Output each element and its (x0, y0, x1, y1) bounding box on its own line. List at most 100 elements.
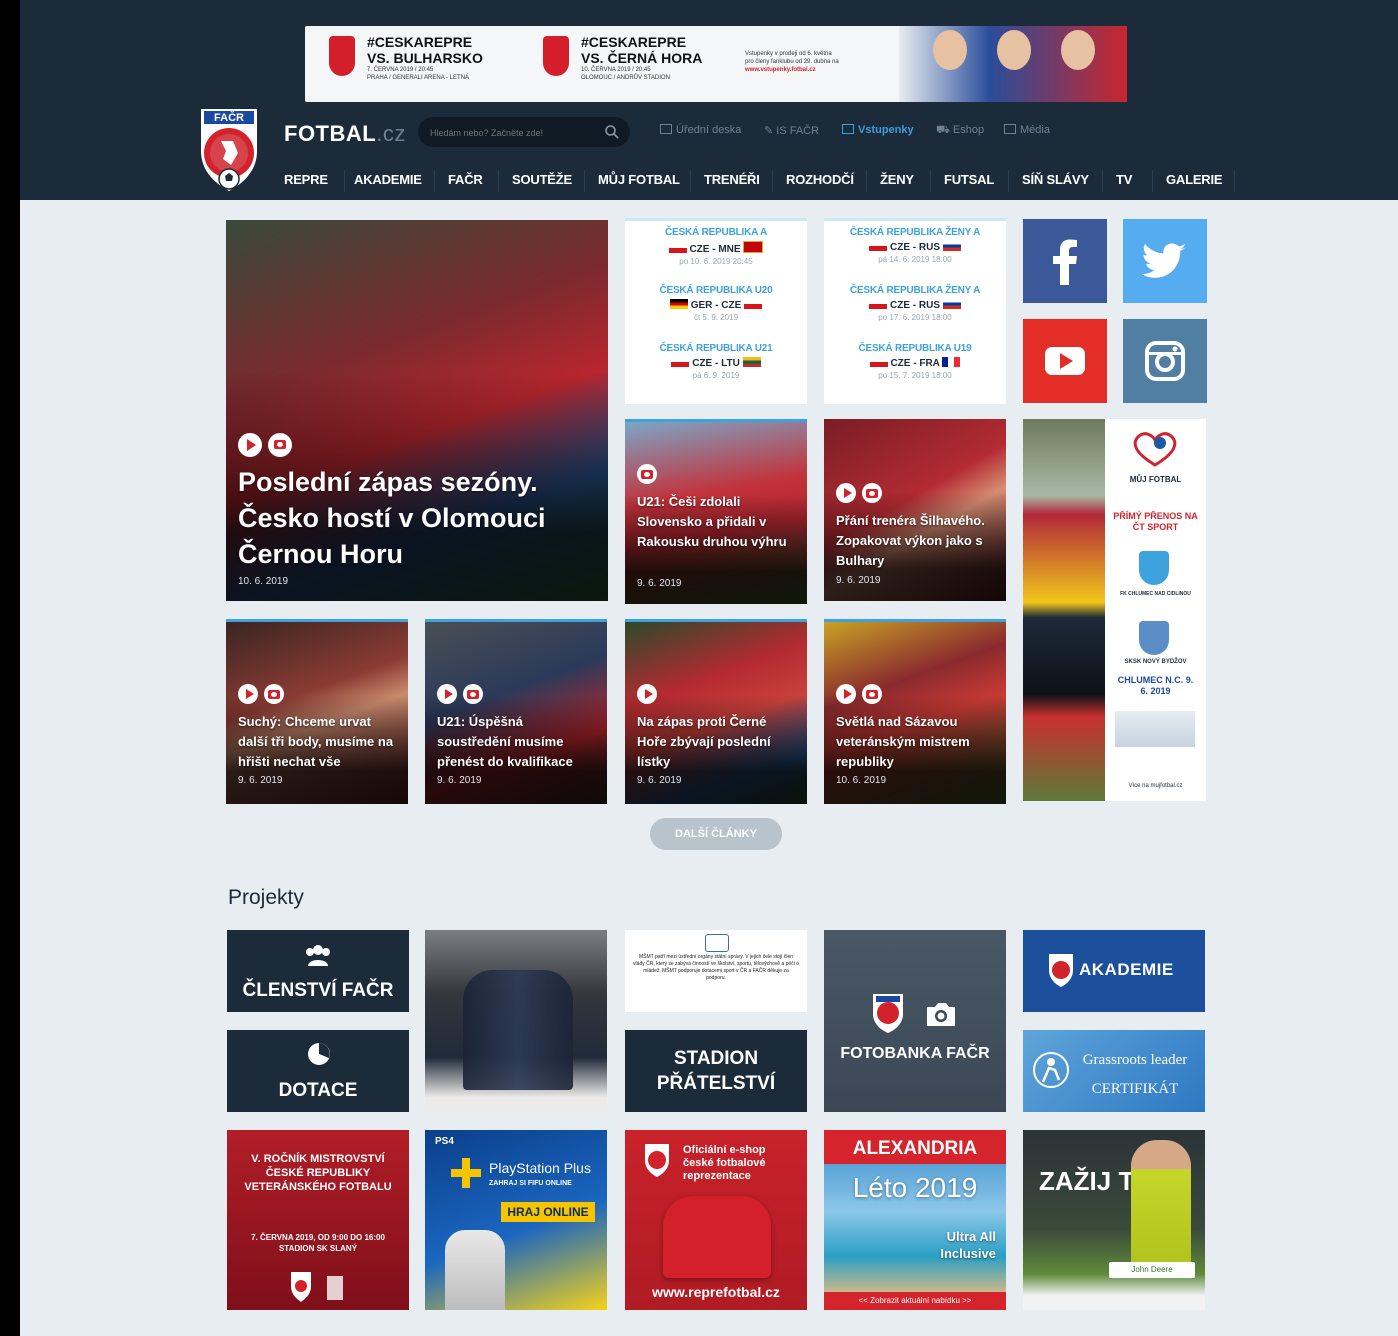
news-title: Světlá nad Sázavou veteránským mistrem r… (836, 714, 970, 769)
camera-icon (862, 483, 882, 503)
fixture-category: ČESKÁ REPUBLIKA U20 (659, 285, 773, 296)
player-face (997, 30, 1031, 70)
project-playstation-ad[interactable]: PS4 PlayStation Plus ZAHRAJ SI FIFU ONLI… (425, 1130, 607, 1310)
util-link-eshop[interactable]: ⛟ Eshop (936, 124, 984, 138)
nav-item-rozhodci[interactable]: ROZHODČÍ (786, 172, 854, 187)
project-membership[interactable]: ČLENSTVÍ FAČR (227, 930, 409, 1012)
czech-lion-icon (543, 36, 569, 76)
media-icons (238, 433, 298, 457)
pencil-icon: ✎ (764, 125, 777, 137)
news-card[interactable]: Na zápas proti Černé Hoře zbývají posled… (625, 619, 807, 804)
project-label: FOTOBANKA FAČR (840, 1045, 990, 1062)
twitter-link[interactable] (1123, 219, 1207, 303)
news-card[interactable]: Přání trenéra Šilhavého. Zopakovat výkon… (824, 419, 1006, 601)
video-icon (637, 684, 657, 704)
playstation-plus-icon (451, 1158, 481, 1188)
project-label: STADION PŘÁTELSTVÍ (656, 1048, 776, 1094)
nav-item-futsal[interactable]: FUTSAL (944, 172, 994, 187)
top-banner-ad[interactable]: #CESKAREPRE VS. BULHARSKO 7. ČERVNA 2019… (305, 26, 1127, 102)
project-label: Grassroots leader CERTIFIKÁT (1082, 1052, 1188, 1097)
svg-text:FAČR: FAČR (214, 111, 244, 124)
news-card[interactable]: U21: Úspěšná soustředění musíme přenést … (425, 619, 607, 804)
news-card[interactable]: Světlá nad Sázavou veteránským mistrem r… (824, 619, 1006, 804)
media-icons (836, 684, 888, 704)
player-face (933, 30, 967, 70)
media-icons (637, 464, 663, 484)
util-label: Média (1020, 124, 1050, 136)
video-icon (437, 684, 457, 704)
video-icon (836, 684, 856, 704)
player-photo (1131, 1140, 1191, 1270)
facebook-link[interactable] (1023, 219, 1107, 303)
project-grassroots[interactable]: Grassroots leader CERTIFIKÁT (1023, 1030, 1205, 1112)
ad-team1: FK CHLUMEC NAD CIDLINOU (1120, 591, 1191, 597)
util-label: Vstupenky (858, 124, 914, 136)
alexandria-title: Léto 2019 (852, 1172, 978, 1203)
project-stadion[interactable]: STADION PŘÁTELSTVÍ (625, 1030, 807, 1112)
camera-icon (463, 684, 483, 704)
nav-item-souteze[interactable]: SOUTĚŽE (512, 172, 572, 187)
facr-crest-icon (1049, 954, 1073, 987)
more-articles-button[interactable]: DALŠÍ ČLÁNKY (650, 818, 782, 850)
nav-item-sin-slavy[interactable]: SÍŇ SLÁVY (1022, 172, 1089, 187)
nav-item-tv[interactable]: TV (1116, 172, 1132, 187)
ad-team2: SKSK NOVÝ BYDŽOV (1124, 659, 1187, 665)
project-strimanie-ad[interactable] (425, 930, 607, 1112)
fixture-category: ČESKÁ REPUBLIKA ŽENY A (849, 285, 981, 296)
camera-icon (268, 433, 292, 457)
ps-brand: PlayStation Plus (489, 1160, 591, 1176)
heart-ball-icon (1125, 429, 1185, 467)
ps-sub: ZAHRAJ SI FIFU ONLINE (489, 1180, 572, 1187)
project-fotobanka[interactable]: FOTOBANKA FAČR (824, 930, 1006, 1112)
news-date: 9. 6. 2019 (437, 775, 482, 786)
project-dotace[interactable]: DOTACE (227, 1030, 409, 1112)
facr-crest-icon (645, 1144, 669, 1177)
nav-item-muj-fotbal[interactable]: MŮJ FOTBAL (598, 172, 680, 187)
project-john-deere-ad[interactable]: ZAŽIJ TO John Deere (1023, 1130, 1205, 1310)
fixture-item: ČESKÁ REPUBLIKA U20 GER - CZE čt 5. 9. 2… (625, 285, 807, 322)
fixture-match: CZE - MNE (625, 241, 807, 255)
banner-opponent: VS. BULHARSKO (367, 50, 483, 66)
youtube-link[interactable] (1023, 319, 1107, 403)
video-icon (836, 483, 856, 503)
page: #CESKAREPRE VS. BULHARSKO 7. ČERVNA 2019… (20, 0, 1398, 1336)
project-akademie[interactable]: AKADEMIE (1023, 930, 1205, 1012)
team-crest-icon (1139, 621, 1169, 655)
news-card[interactable]: U21: Češi zdolali Slovensko a přidali v … (625, 419, 807, 604)
team-crest-icon (1139, 551, 1169, 585)
project-msmt[interactable]: MŠMT patří mezi ústřední orgány státní s… (625, 930, 807, 1012)
util-link-media[interactable]: Média (1004, 124, 1050, 136)
fixtures-card[interactable]: ČESKÁ REPUBLIKA A CZE - MNE po 10. 6. 20… (625, 218, 807, 404)
project-veterans-ad[interactable]: V. ROČNÍK MISTROVSTVÍ ČESKÉ REPUBLIKY VE… (227, 1130, 409, 1310)
instagram-link[interactable] (1123, 319, 1207, 403)
flag-icon-cze (744, 299, 763, 309)
camera-icon (862, 684, 882, 704)
ad-footer: Více na mujfotbal.cz (1128, 783, 1183, 789)
news-card[interactable]: Suchý: Chceme urvat další tři body, musí… (226, 619, 408, 804)
util-link-official-board[interactable]: Úřední deska (660, 124, 741, 136)
fixtures-card-women[interactable]: ČESKÁ REPUBLIKA ŽENY A CZE - RUS pá 14. … (824, 218, 1006, 404)
nav-item-akademie[interactable]: AKADEMIE (354, 172, 422, 187)
ad-sponsor-logos (1115, 711, 1195, 747)
project-eshop-ad[interactable]: Oficiální e-shop české fotbalové repreze… (625, 1130, 807, 1310)
fixture-date: po 17. 6. 2019 18:00 (878, 313, 952, 322)
grassroots-icon (1033, 1052, 1069, 1088)
search-icon[interactable] (604, 124, 620, 140)
facr-logo[interactable]: FAČR (198, 107, 260, 193)
nav-item-repre[interactable]: REPRE (284, 172, 328, 187)
nav-item-treneri[interactable]: TRENÉŘI (704, 172, 760, 187)
muj-fotbal-ad[interactable]: MŮJ FOTBAL PŘÍMÝ PŘENOS NA ČT SPORT FK C… (1023, 419, 1206, 801)
site-name[interactable]: FOTBAL.cz (284, 121, 406, 147)
nav-item-facr[interactable]: FAČR (448, 172, 483, 187)
util-link-is-facr[interactable]: ✎ IS FAČR (764, 124, 819, 137)
util-label: Eshop (952, 124, 985, 136)
nav-item-zeny[interactable]: ŽENY (880, 172, 914, 187)
featured-news-card[interactable]: Poslední zápas sezóny. Česko hostí v Olo… (226, 220, 608, 601)
nav-divider (930, 170, 931, 192)
search-input[interactable] (428, 123, 602, 143)
project-alexandria-ad[interactable]: ALEXANDRIA Léto 2019 Ultra All Inclusive… (824, 1130, 1006, 1310)
cart-icon: ⛟ (936, 124, 953, 136)
fixture-teams: CZE - MNE (689, 244, 741, 255)
util-link-tickets[interactable]: Vstupenky (842, 124, 914, 136)
nav-item-galerie[interactable]: GALERIE (1166, 172, 1223, 187)
